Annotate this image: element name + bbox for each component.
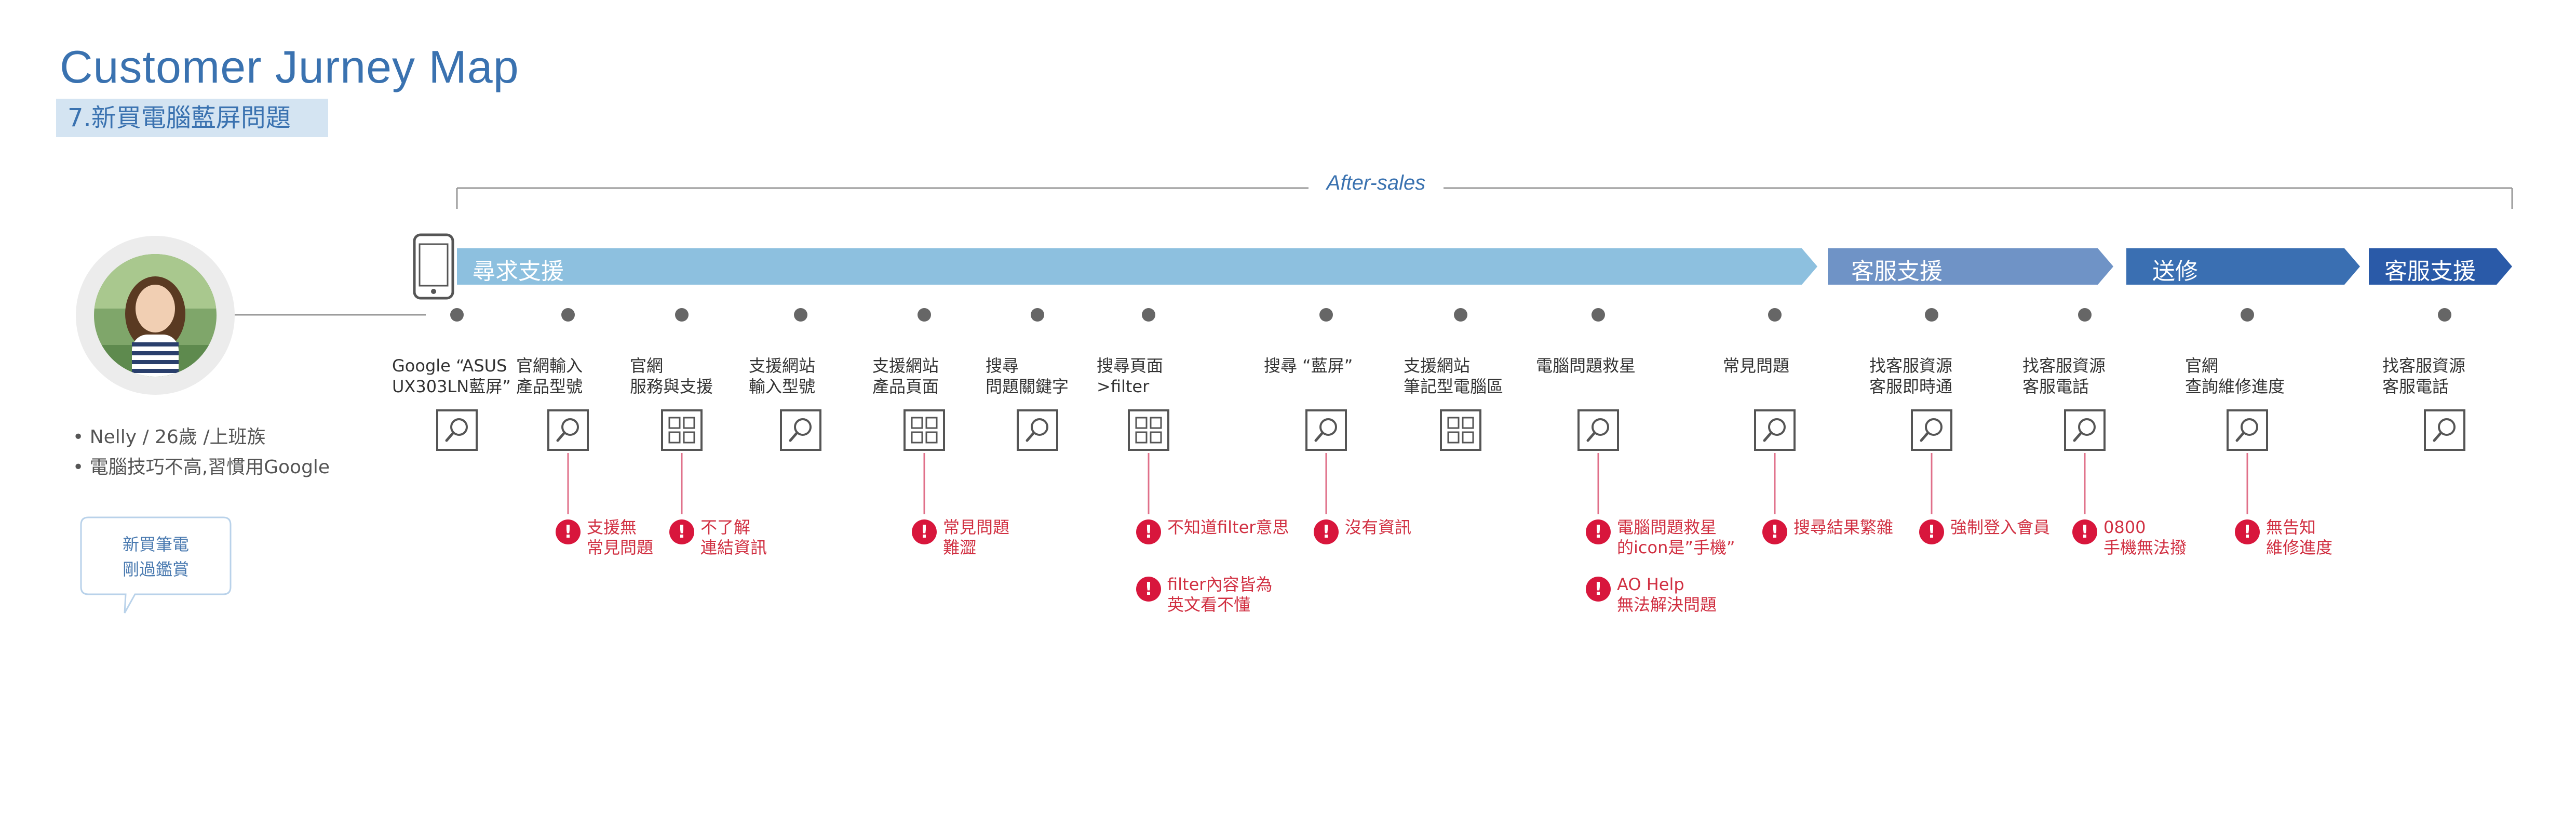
step-label: 找客服資源 客服電話 <box>2382 356 2466 396</box>
warning-icon: ! <box>2235 519 2260 544</box>
step-dot <box>794 308 807 322</box>
persona-habit: 電腦技巧不高,習慣用Google <box>89 457 330 478</box>
step-label: 搜尋頁面 >filter <box>1097 356 1164 396</box>
grid-icon <box>1128 409 1169 451</box>
warning-icon: ! <box>912 519 937 544</box>
step-dot <box>2438 308 2451 322</box>
search-icon <box>2424 409 2465 451</box>
step-dot <box>1925 308 1938 322</box>
warning-icon: ! <box>1762 519 1787 544</box>
journey-diagram <box>235 187 2513 514</box>
warning-icon: ! <box>669 519 694 544</box>
stage-label: 客服支援 <box>1851 258 1943 285</box>
step-dot <box>1592 308 1605 322</box>
search-icon <box>2227 409 2268 451</box>
after-sales-bracket <box>456 187 2513 209</box>
mobile-phone-icon <box>413 233 454 300</box>
step-dot <box>450 308 464 322</box>
search-icon <box>436 409 478 451</box>
pain-point-text: 強制登入會員 <box>1950 517 2051 537</box>
step-label: 支援網站 輸入型號 <box>749 356 816 396</box>
step-label: Google “ASUS UX303LN藍屏” <box>392 356 511 396</box>
search-icon <box>1577 409 1619 451</box>
step-dot <box>1768 308 1782 322</box>
pain-point-text: 支援無 常見問題 <box>587 517 654 557</box>
warning-icon: ! <box>1136 577 1161 602</box>
grid-icon <box>903 409 945 451</box>
pain-point-text: 沒有資訊 <box>1345 517 1412 537</box>
warning-icon: ! <box>1586 577 1611 602</box>
persona-bullet: • 電腦技巧不高,習慣用Google <box>73 457 330 478</box>
step-dot <box>1454 308 1467 322</box>
warning-icon: ! <box>1136 519 1161 544</box>
warning-icon: ! <box>556 519 581 544</box>
step-label: 官網 服務與支援 <box>630 356 713 396</box>
search-icon <box>1017 409 1058 451</box>
speech-bubble-text: 新買筆電 剛過鑑賞 <box>122 535 189 579</box>
step-label: 找客服資源 客服電話 <box>2022 356 2106 396</box>
step-label: 支援網站 筆記型電腦區 <box>1404 356 1504 396</box>
search-icon <box>547 409 589 451</box>
step-label: 官網 查詢維修進度 <box>2185 356 2285 396</box>
step-dot <box>918 308 931 322</box>
search-icon <box>780 409 821 451</box>
search-icon <box>1305 409 1347 451</box>
step-dot <box>1031 308 1044 322</box>
search-icon <box>2064 409 2106 451</box>
step-label: 支援網站 產品頁面 <box>872 356 939 396</box>
step-dot <box>2078 308 2092 322</box>
pain-point-text: 不了解 連結資訊 <box>700 517 767 557</box>
step-label: 常見問題 <box>1723 356 1790 376</box>
stage-label: 尋求支援 <box>473 258 564 285</box>
step-label: 搜尋 問題關鍵字 <box>986 356 1069 396</box>
persona-info: Nelly / 26歲 /上班族 <box>89 426 266 448</box>
persona-avatar <box>76 236 235 395</box>
pain-point-text: 不知道filter意思 <box>1167 517 1289 537</box>
stage-arrow <box>457 248 1817 285</box>
phase-label: After-sales <box>1309 171 1444 195</box>
warning-icon: ! <box>1919 519 1944 544</box>
step-dot <box>1142 308 1155 322</box>
stage-label: 送修 <box>2152 258 2198 285</box>
pain-point-text: AO Help 無法解決問題 <box>1617 575 1717 615</box>
pain-point-text: 0800 手機無法撥 <box>2103 517 2187 557</box>
pain-point-text: 搜尋結果繁雜 <box>1793 517 1894 537</box>
pain-point-text: 電腦問題救星 的icon是”手機” <box>1617 517 1735 557</box>
step-dot <box>2241 308 2254 322</box>
pain-point-text: 無告知 維修進度 <box>2266 517 2333 557</box>
persona-bullet: • Nelly / 26歲 /上班族 <box>73 426 266 448</box>
warning-icon: ! <box>1586 519 1611 544</box>
warning-icon: ! <box>1314 519 1339 544</box>
pain-point-text: filter內容皆為 英文看不懂 <box>1167 575 1273 615</box>
step-dot <box>1319 308 1333 322</box>
step-label: 搜尋 “藍屏” <box>1264 356 1353 376</box>
pain-point-text: 常見問題 難澀 <box>943 517 1010 557</box>
step-dot <box>561 308 575 322</box>
stage-label: 客服支援 <box>2384 258 2476 285</box>
step-label: 官網輸入 產品型號 <box>516 356 583 396</box>
step-label: 找客服資源 客服即時通 <box>1869 356 1953 396</box>
step-label: 電腦問題救星 <box>1536 356 1636 376</box>
step-dot <box>675 308 689 322</box>
grid-icon <box>1440 409 1481 451</box>
warning-icon: ! <box>2072 519 2097 544</box>
search-icon <box>1754 409 1796 451</box>
grid-icon <box>661 409 703 451</box>
search-icon <box>1911 409 1952 451</box>
